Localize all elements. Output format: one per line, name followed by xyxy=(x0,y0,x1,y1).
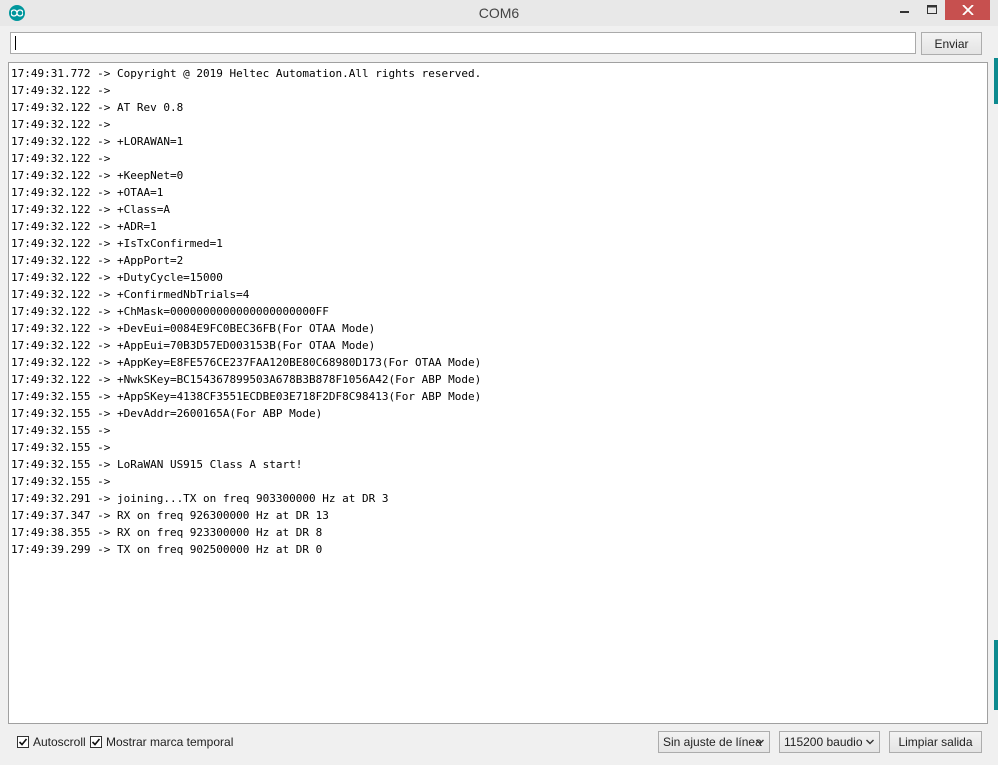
output-line: 17:49:32.122 -> +AppPort=2 xyxy=(11,254,184,267)
chevron-down-icon xyxy=(756,739,764,745)
minimize-button[interactable] xyxy=(891,0,919,20)
output-line: 17:49:32.122 -> AT Rev 0.8 xyxy=(11,101,184,114)
checkmark-icon xyxy=(91,738,101,746)
output-line: 17:49:38.355 -> RX on freq 923300000 Hz … xyxy=(11,526,323,539)
timestamp-checkbox[interactable]: Mostrar marca temporal xyxy=(90,734,233,750)
output-line: 17:49:32.122 -> +ConfirmedNbTrials=4 xyxy=(11,288,250,301)
output-line: 17:49:32.122 -> xyxy=(11,118,117,131)
send-input[interactable] xyxy=(10,32,916,54)
serial-output[interactable]: 17:49:31.772 -> Copyright @ 2019 Heltec … xyxy=(8,62,988,724)
output-line: 17:49:32.122 -> +OTAA=1 xyxy=(11,186,164,199)
maximize-button[interactable] xyxy=(919,0,945,20)
output-line: 17:49:32.122 -> +AppKey=E8FE576CE237FAA1… xyxy=(11,356,482,369)
output-line: 17:49:32.155 -> LoRaWAN US915 Class A st… xyxy=(11,458,303,471)
output-line: 17:49:32.122 -> +LORAWAN=1 xyxy=(11,135,184,148)
output-line: 17:49:32.122 -> +NwkSKey=BC154367899503A… xyxy=(11,373,482,386)
close-icon xyxy=(961,5,974,15)
close-button[interactable] xyxy=(945,0,990,20)
output-line: 17:49:32.155 -> xyxy=(11,441,117,454)
send-button[interactable]: Enviar xyxy=(921,32,982,55)
output-line: 17:49:32.122 -> +KeepNet=0 xyxy=(11,169,184,182)
output-line: 17:49:32.122 -> xyxy=(11,152,117,165)
output-line: 17:49:32.122 -> +ChMask=0000000000000000… xyxy=(11,305,329,318)
output-line: 17:49:31.772 -> Copyright @ 2019 Heltec … xyxy=(11,67,482,80)
checkbox-box[interactable] xyxy=(17,736,29,748)
autoscroll-checkbox[interactable]: Autoscroll xyxy=(17,734,86,750)
output-line: 17:49:32.155 -> +DevAddr=2600165A(For AB… xyxy=(11,407,323,420)
output-line: 17:49:32.122 -> +ADR=1 xyxy=(11,220,157,233)
background-window-edge xyxy=(994,58,998,104)
output-line: 17:49:32.122 -> xyxy=(11,84,117,97)
checkmark-icon xyxy=(18,738,28,746)
output-line: 17:49:32.122 -> +DutyCycle=15000 xyxy=(11,271,223,284)
output-line: 17:49:32.155 -> xyxy=(11,424,117,437)
minimize-icon xyxy=(900,11,909,13)
output-line: 17:49:32.291 -> joining...TX on freq 903… xyxy=(11,492,389,505)
title-bar[interactable]: COM6 xyxy=(0,0,998,26)
text-caret xyxy=(15,36,16,50)
output-line: 17:49:39.299 -> TX on freq 902500000 Hz … xyxy=(11,543,323,556)
line-ending-value: Sin ajuste de línea xyxy=(663,735,762,749)
output-line: 17:49:37.347 -> RX on freq 926300000 Hz … xyxy=(11,509,329,522)
line-ending-select[interactable]: Sin ajuste de línea xyxy=(658,731,770,753)
autoscroll-label: Autoscroll xyxy=(33,735,86,749)
clear-output-button[interactable]: Limpiar salida xyxy=(889,731,982,753)
serial-monitor-window: COM6 Enviar 17:49:31.772 -> Copyright @ … xyxy=(0,0,998,765)
checkbox-box[interactable] xyxy=(90,736,102,748)
output-line: 17:49:32.122 -> +AppEui=70B3D57ED003153B… xyxy=(11,339,376,352)
background-window-edge xyxy=(994,640,998,710)
output-line: 17:49:32.122 -> +Class=A xyxy=(11,203,170,216)
output-line: 17:49:32.155 -> xyxy=(11,475,117,488)
timestamp-label: Mostrar marca temporal xyxy=(106,735,234,749)
chevron-down-icon xyxy=(866,739,874,745)
output-line: 17:49:32.122 -> +DevEui=0084E9FC0BEC36FB… xyxy=(11,322,376,335)
maximize-icon xyxy=(927,5,937,14)
baud-rate-value: 115200 baudio xyxy=(784,735,863,749)
baud-rate-select[interactable]: 115200 baudio xyxy=(779,731,880,753)
output-line: 17:49:32.155 -> +AppSKey=4138CF3551ECDBE… xyxy=(11,390,482,403)
window-title: COM6 xyxy=(478,5,520,21)
output-line: 17:49:32.122 -> +IsTxConfirmed=1 xyxy=(11,237,223,250)
